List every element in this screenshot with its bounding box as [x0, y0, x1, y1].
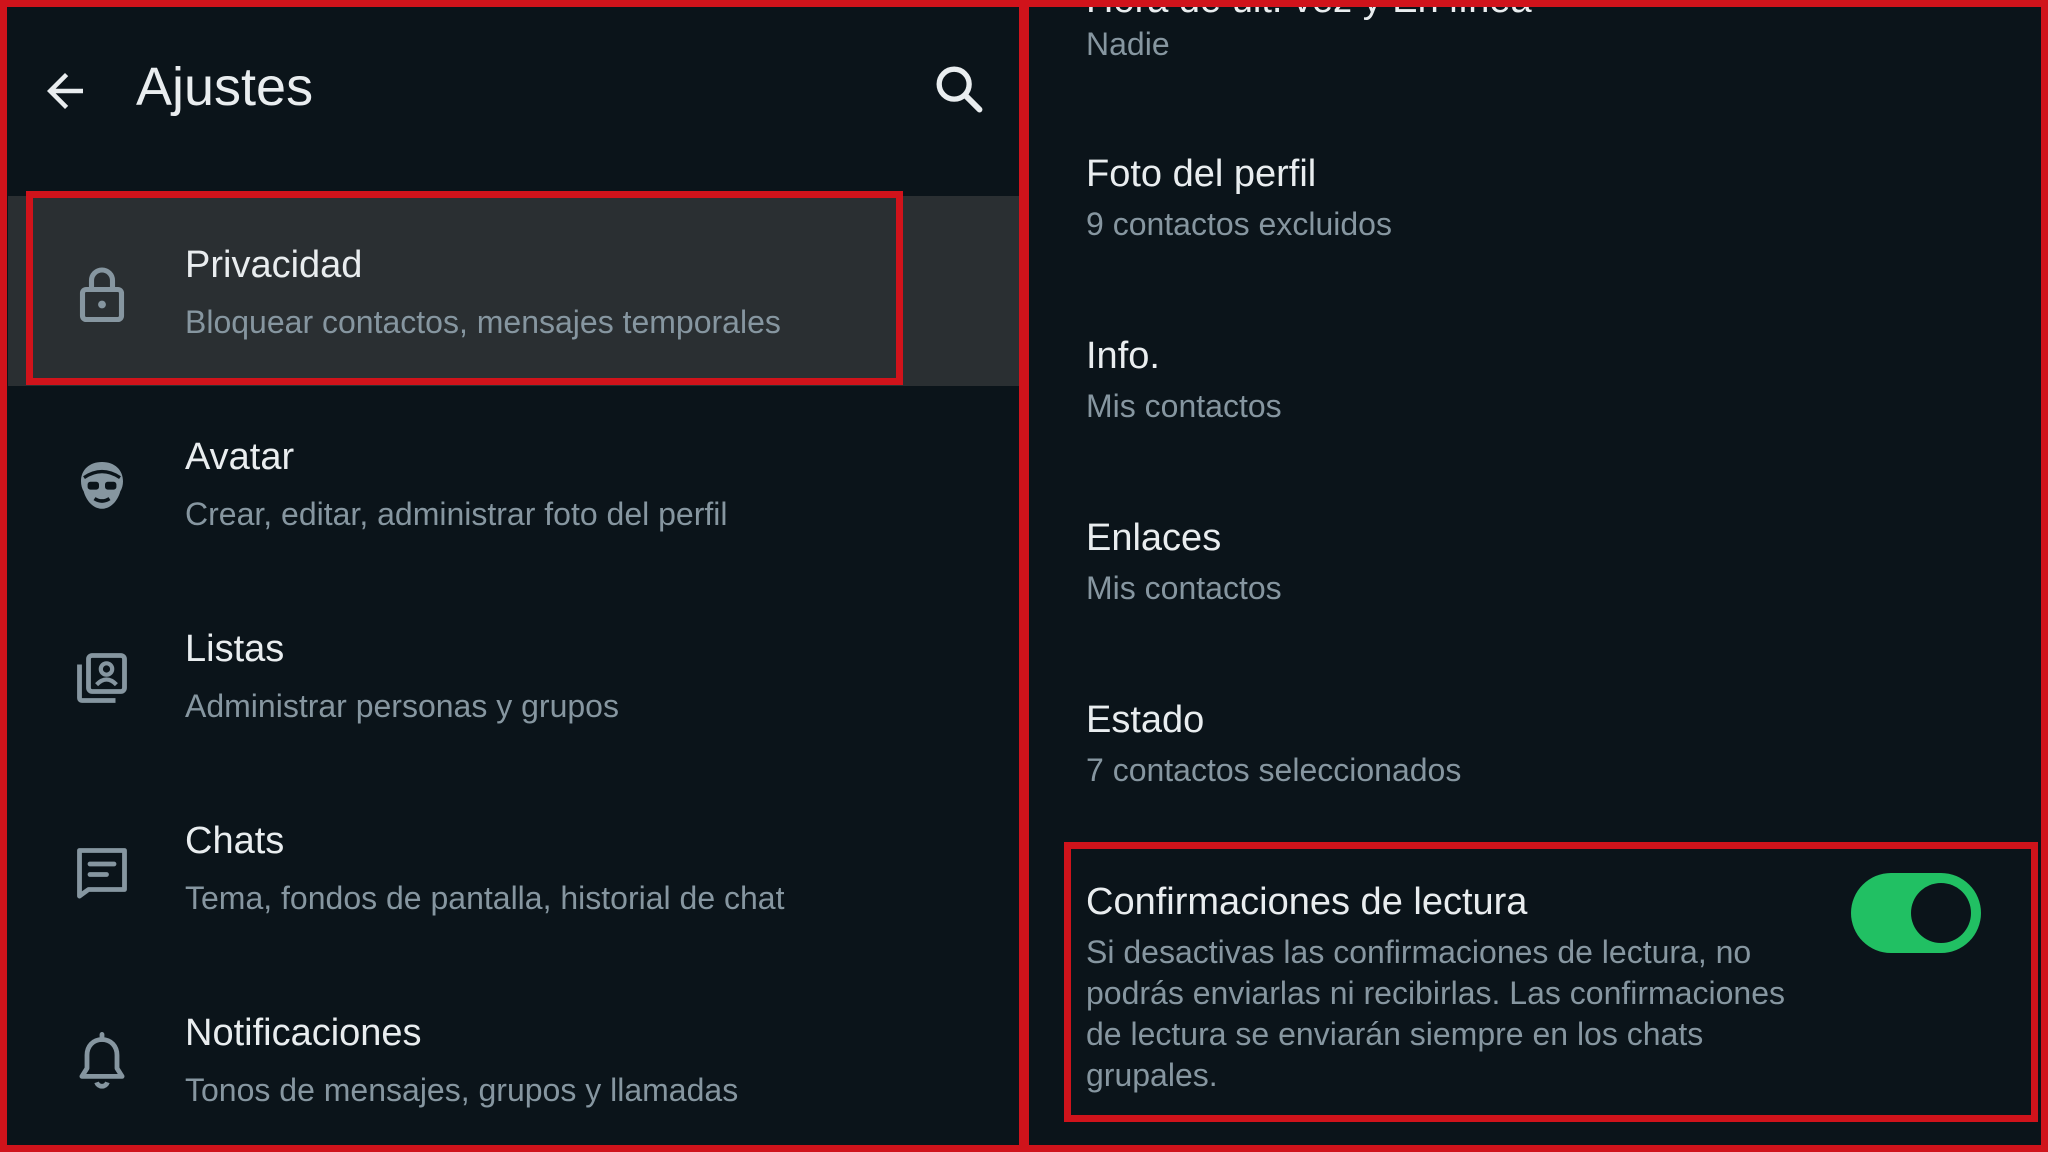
settings-item-label: Listas: [185, 628, 285, 670]
privacy-item-last-seen[interactable]: Nadie: [1086, 22, 1170, 66]
panel-divider: [1019, 0, 1029, 1152]
settings-item-sublabel: Tonos de mensajes, grupos y llamadas: [185, 1072, 739, 1108]
avatar-icon: [81, 462, 123, 509]
privacy-item-profile-photo[interactable]: Foto del perfil 9 contactos excluidos: [1086, 150, 1392, 246]
privacy-item-value: Mis contactos: [1086, 570, 1282, 606]
settings-item-label: Avatar: [185, 436, 295, 478]
privacy-item-value: Nadie: [1086, 26, 1170, 62]
privacy-item-value: 9 contactos excluidos: [1086, 206, 1392, 242]
arrow-left-icon[interactable]: [38, 64, 92, 118]
privacy-item-label: Estado: [1086, 699, 1205, 741]
privacy-item-info[interactable]: Info. Mis contactos: [1086, 332, 1282, 428]
settings-item-label: Chats: [185, 820, 285, 862]
chat-icon: [77, 848, 127, 899]
settings-item-sublabel: Crear, editar, administrar foto del perf…: [185, 496, 728, 532]
privacy-item-value: 7 contactos seleccionados: [1086, 752, 1462, 788]
page-title: Ajustes: [136, 57, 314, 117]
lists-icon: [77, 653, 127, 703]
highlight-box-privacidad: [26, 191, 903, 385]
privacy-item-status[interactable]: Estado 7 contactos seleccionados: [1086, 696, 1461, 792]
privacy-item-links[interactable]: Enlaces Mis contactos: [1086, 514, 1282, 610]
privacy-item-value: Mis contactos: [1086, 388, 1282, 424]
settings-item-chats[interactable]: Chats Tema, fondos de pantalla, historia…: [8, 772, 1019, 962]
top-app-bar: Ajustes: [0, 0, 1019, 170]
settings-item-avatar[interactable]: Avatar Crear, editar, administrar foto d…: [8, 388, 1019, 578]
privacy-item-label: Info.: [1086, 335, 1160, 377]
search-icon[interactable]: [930, 60, 988, 118]
settings-item-label: Notificaciones: [185, 1012, 422, 1054]
privacy-item-label-cut: Hora de últ. vez y En línea: [1086, 0, 1532, 21]
highlight-box-read-receipts: [1064, 842, 2038, 1122]
privacy-panel: Hora de últ. vez y En línea Nadie Foto d…: [1029, 0, 2048, 1152]
settings-item-notificaciones[interactable]: Notificaciones Tonos de mensajes, grupos…: [8, 964, 1019, 1152]
bell-icon: [79, 1032, 125, 1089]
privacy-item-label: Enlaces: [1086, 517, 1222, 559]
settings-item-sublabel: Administrar personas y grupos: [185, 688, 619, 724]
settings-item-sublabel: Tema, fondos de pantalla, historial de c…: [185, 880, 785, 916]
settings-item-listas[interactable]: Listas Administrar personas y grupos: [8, 580, 1019, 770]
privacy-item-label: Foto del perfil: [1086, 153, 1317, 195]
settings-panel: Ajustes Privacidad Bloquear contactos, m…: [0, 0, 1019, 1152]
